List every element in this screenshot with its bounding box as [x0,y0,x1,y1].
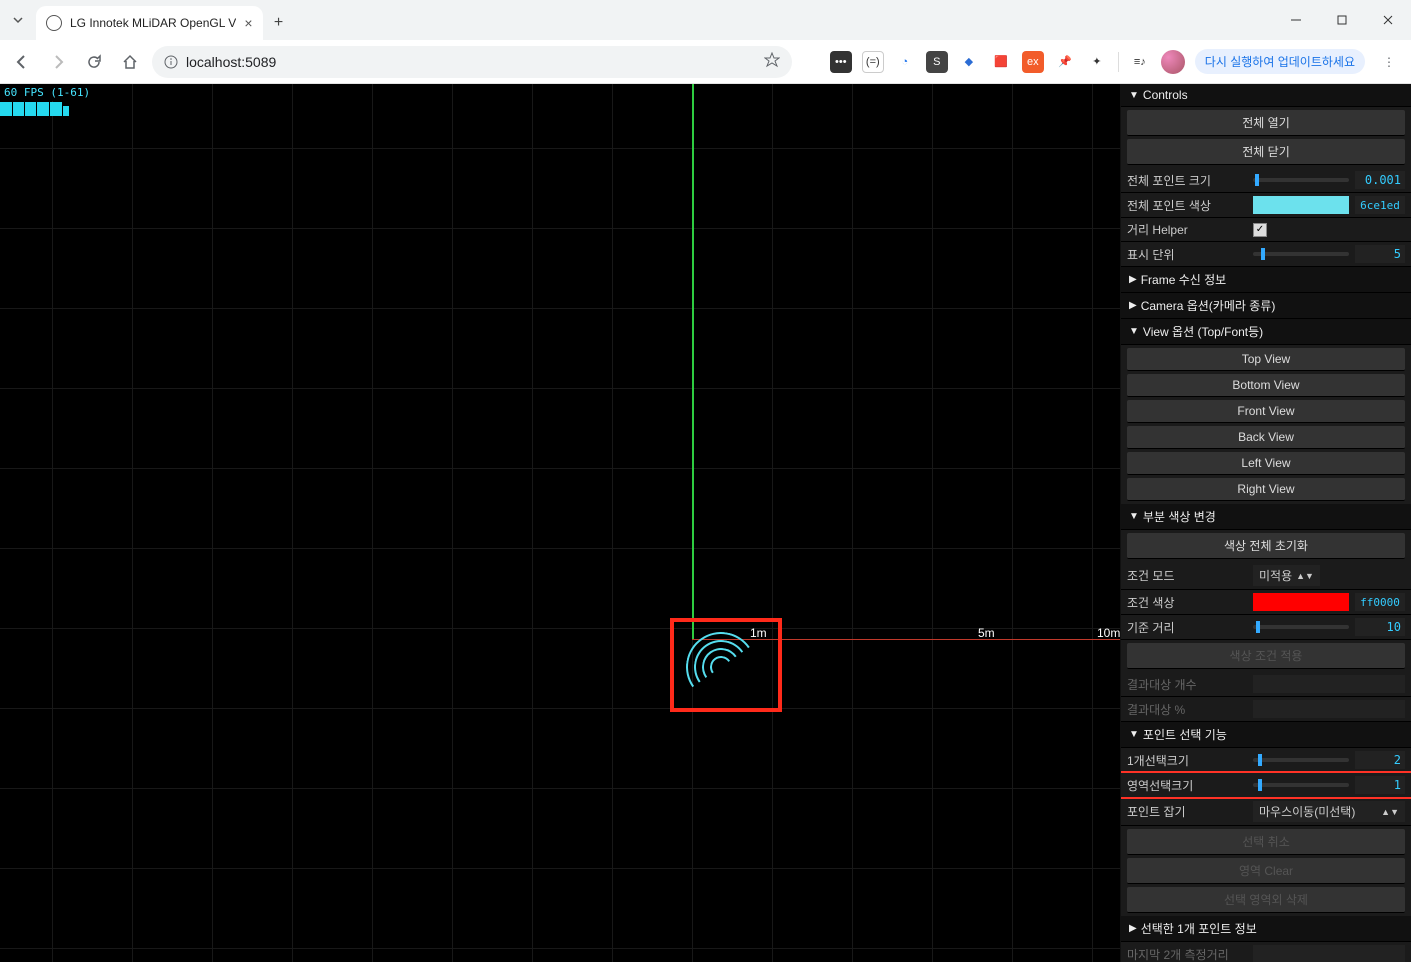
sel1-value[interactable]: 2 [1355,751,1405,769]
reset-color-button[interactable]: 색상 전체 초기화 [1127,533,1405,559]
point-color-swatch[interactable] [1253,196,1349,214]
puzzle-icon[interactable]: ✦ [1086,51,1108,73]
last2-output [1253,945,1405,962]
grab-mode-select[interactable]: 마우스이동(미선택)▲▼ [1253,801,1405,822]
left-view-button[interactable]: Left View [1127,452,1405,475]
cond-color-hex[interactable]: ff0000 [1355,593,1405,611]
minimize-button[interactable] [1273,0,1319,40]
point-size-value[interactable]: 0.001 [1355,171,1405,189]
menu-button[interactable]: ⋮ [1375,48,1403,76]
sel1-slider[interactable] [1253,758,1349,762]
apply-cond-button[interactable]: 색상 조건 적용 [1127,643,1405,669]
ext-icon-3[interactable]: ◔ [894,51,916,73]
reload-button[interactable] [80,48,108,76]
tick-10m: 10m [1097,626,1120,640]
cond-mode-select[interactable]: 미적용▲▼ [1253,565,1320,586]
open-all-button[interactable]: 전체 열기 [1127,110,1405,136]
point-color-hex[interactable]: 6ce1ed [1355,196,1405,214]
fps-bars [0,100,70,116]
folder-controls[interactable]: Controls [1121,84,1411,107]
star-icon[interactable] [764,52,780,71]
point-size-slider[interactable] [1253,178,1349,182]
right-view-button[interactable]: Right View [1127,478,1405,501]
front-view-button[interactable]: Front View [1127,400,1405,423]
browser-tab[interactable]: LG Innotek MLiDAR OpenGL V × [36,6,263,40]
base-dist-slider[interactable] [1253,625,1349,629]
folder-partial-color[interactable]: 부분 색상 변경 [1121,504,1411,530]
folder-selected-point[interactable]: 선택한 1개 포인트 정보 [1121,916,1411,942]
folder-frame[interactable]: Frame 수신 정보 [1121,267,1411,293]
profile-avatar[interactable] [1161,50,1185,74]
back-button[interactable] [8,48,36,76]
globe-icon [46,15,62,31]
result-count-output [1253,675,1405,693]
tab-list-button[interactable] [0,0,36,40]
browser-toolbar: localhost:5089 ••• (=) ◔ S ◆ 🟥 ex 📌 ✦ ≡♪… [0,40,1411,84]
folder-camera[interactable]: Camera 옵션(카메라 종류) [1121,293,1411,319]
ext-icon-2[interactable]: (=) [862,51,884,73]
update-chip[interactable]: 다시 실행하여 업데이트하세요 [1195,49,1365,74]
sela-slider[interactable] [1253,783,1349,787]
maximize-button[interactable] [1319,0,1365,40]
tick-1m: 1m [750,626,767,640]
ext-shield-icon[interactable]: ◆ [958,51,980,73]
disp-unit-slider[interactable] [1253,252,1349,256]
sela-value[interactable]: 1 [1355,776,1405,794]
url-text: localhost:5089 [186,54,276,70]
forward-button[interactable] [44,48,72,76]
pin-icon[interactable]: 📌 [1054,51,1076,73]
ext-icon-6[interactable]: ex [1022,51,1044,73]
grid-overlay [0,84,1120,962]
address-bar[interactable]: localhost:5089 [152,46,792,78]
close-icon[interactable]: × [244,15,252,31]
disp-unit-value[interactable]: 5 [1355,245,1405,263]
lidar-canvas[interactable]: 60 FPS (1-61) 1m 5m 10m [0,84,1120,962]
back-view-button[interactable]: Back View [1127,426,1405,449]
control-panel: Controls 전체 열기 전체 닫기 전체 포인트 크기0.001 전체 포… [1120,84,1411,962]
base-dist-value[interactable]: 10 [1355,618,1405,636]
deselect-button[interactable]: 선택 취소 [1127,829,1405,855]
ext-icon-4[interactable]: S [926,51,948,73]
window-close-button[interactable] [1365,0,1411,40]
bottom-view-button[interactable]: Bottom View [1127,374,1405,397]
area-select-row: 영역선택크기1 [1121,773,1411,798]
result-pct-output [1253,700,1405,718]
ext-icon-5[interactable]: 🟥 [990,51,1012,73]
new-tab-button[interactable]: + [263,6,295,40]
cond-color-swatch[interactable] [1253,593,1349,611]
clear-area-button[interactable]: 영역 Clear [1127,858,1405,884]
home-button[interactable] [116,48,144,76]
tick-5m: 5m [978,626,995,640]
info-icon [164,55,178,69]
ext-icon-1[interactable]: ••• [830,51,852,73]
folder-point-select[interactable]: 포인트 선택 기능 [1121,722,1411,748]
top-view-button[interactable]: Top View [1127,348,1405,371]
close-all-button[interactable]: 전체 닫기 [1127,139,1405,165]
fps-counter: 60 FPS (1-61) [0,84,94,101]
ext-icon-7[interactable]: ≡♪ [1129,51,1151,73]
dist-helper-checkbox[interactable]: ✓ [1253,223,1267,237]
tab-title: LG Innotek MLiDAR OpenGL V [70,16,236,30]
axis-forward [692,84,694,639]
titlebar: LG Innotek MLiDAR OpenGL V × + [0,0,1411,40]
delete-outside-button[interactable]: 선택 영역외 삭제 [1127,887,1405,913]
folder-view[interactable]: View 옵션 (Top/Font등) [1121,319,1411,345]
